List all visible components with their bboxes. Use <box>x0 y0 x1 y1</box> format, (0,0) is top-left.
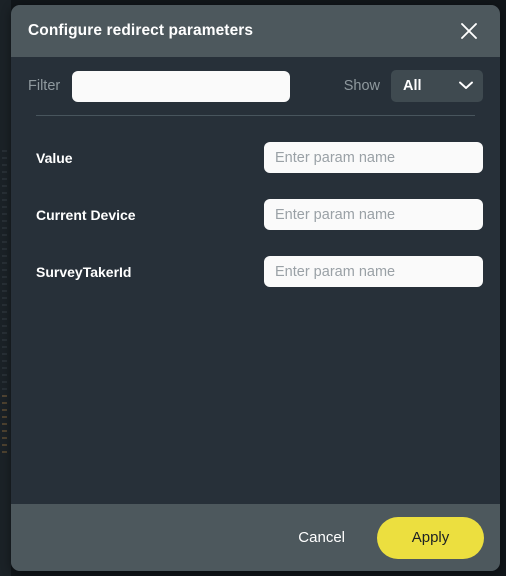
filter-input[interactable] <box>72 70 291 102</box>
parameter-name-input[interactable] <box>264 199 483 230</box>
page-backdrop-right <box>500 0 506 576</box>
parameter-label: SurveyTakerId <box>36 263 132 280</box>
parameter-label: Value <box>36 149 73 166</box>
dialog-title: Configure redirect parameters <box>28 22 254 39</box>
dialog-footer: Cancel Apply <box>11 504 500 571</box>
cancel-button[interactable]: Cancel <box>284 521 359 554</box>
show-label: Show <box>343 78 380 94</box>
show-select[interactable]: All <box>391 70 483 102</box>
dialog-header: Configure redirect parameters <box>11 5 500 57</box>
apply-button[interactable]: Apply <box>377 516 484 559</box>
parameter-list: Value Current Device SurveyTakerId <box>27 116 484 300</box>
dialog-body: Filter Show All Value Enter param name C… <box>11 57 500 504</box>
parameter-label: Current Device <box>36 206 136 223</box>
chevron-down-icon <box>459 77 473 95</box>
filter-row: Filter Show All <box>27 57 484 115</box>
close-button[interactable] <box>454 16 484 46</box>
close-icon <box>458 20 480 42</box>
parameter-name-input[interactable] <box>264 142 483 173</box>
parameter-name-input[interactable] <box>264 256 483 287</box>
parameter-row: Current Device <box>27 186 484 243</box>
show-select-value: All <box>403 78 422 94</box>
parameter-row: SurveyTakerId <box>27 243 484 300</box>
parameter-row: Value <box>27 129 484 186</box>
show-group: Show All <box>344 70 483 102</box>
page-backdrop-left <box>0 0 11 576</box>
filter-label: Filter <box>28 78 61 94</box>
configure-redirect-parameters-dialog: Configure redirect parameters Filter Sho… <box>11 5 500 571</box>
